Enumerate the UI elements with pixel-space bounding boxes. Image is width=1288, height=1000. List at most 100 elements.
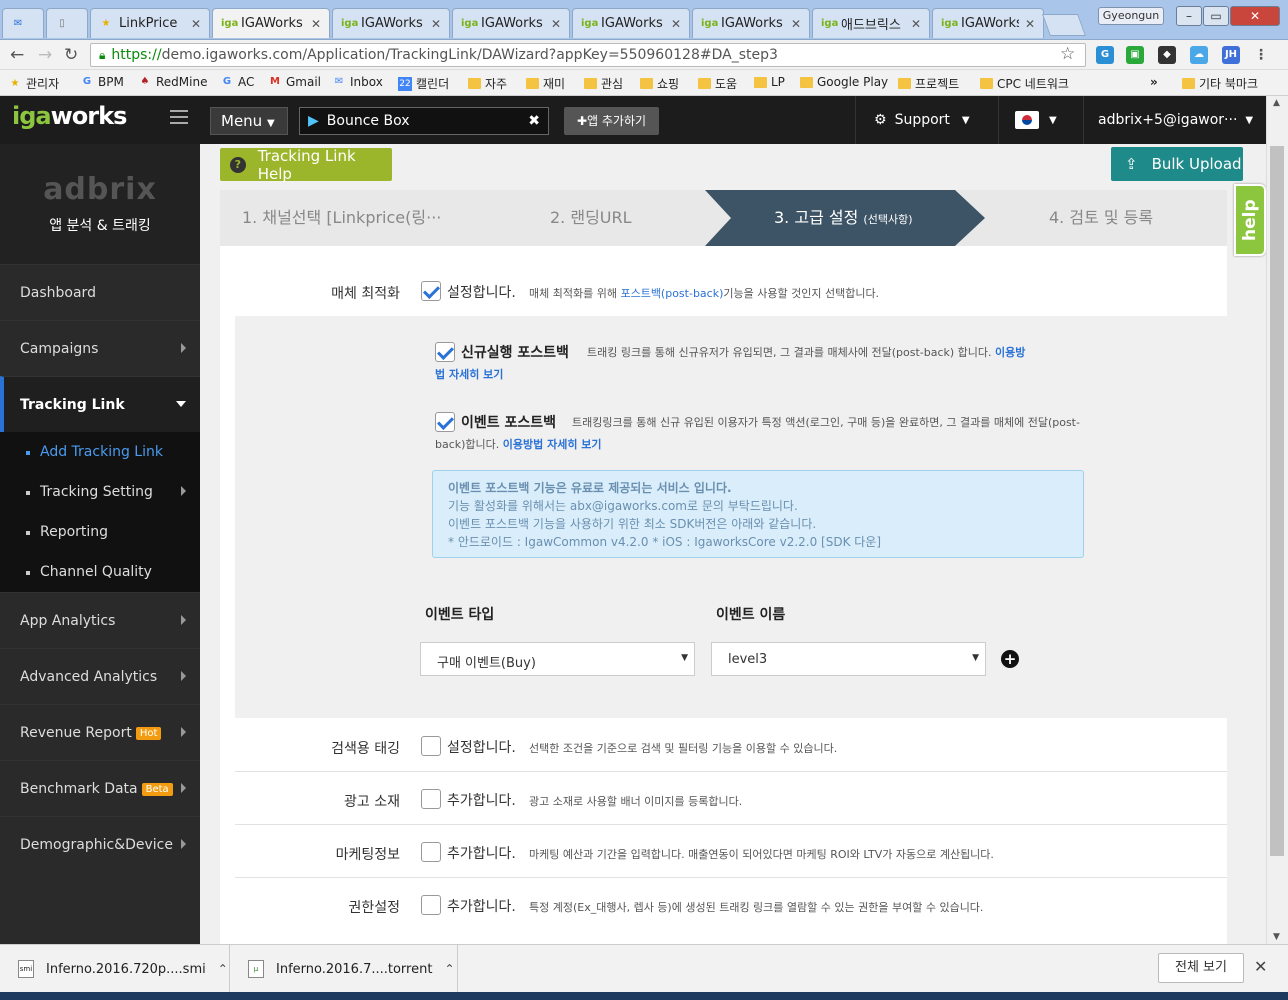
install-postback-guide-link[interactable]: 이용방	[995, 346, 1025, 359]
bookmark-item[interactable]: G AC	[220, 75, 255, 89]
hamburger-icon[interactable]	[170, 110, 188, 126]
wizard-step-3[interactable]: 3. 고급 설정 (선택사항)	[774, 190, 913, 246]
bookmark-item[interactable]: ♠ RedMine	[138, 75, 208, 89]
event-postback-guide-link[interactable]: 이용방법 자세히 보기	[503, 438, 602, 451]
maximize-button[interactable]: ▭	[1203, 6, 1229, 26]
ad-creative-checkbox[interactable]	[421, 789, 441, 809]
download-item[interactable]: smi Inferno.2016.720p....smi ⌃	[0, 945, 230, 993]
sidebar-item-benchmark-data[interactable]: Benchmark Data Beta	[0, 760, 200, 816]
extension-icon[interactable]: ☁	[1190, 46, 1208, 64]
sidebar-subitem-tracking-setting[interactable]: Tracking Setting	[0, 472, 200, 512]
contact-email[interactable]: abx@igaworks.com	[570, 499, 687, 513]
clear-icon[interactable]: ✖	[528, 113, 540, 129]
reload-icon[interactable]: ↻	[64, 45, 78, 65]
page-scrollbar[interactable]: ▲ ▼	[1266, 96, 1288, 944]
wizard-step-4[interactable]: 4. 검토 및 등록	[1049, 190, 1153, 246]
bookmark-folder[interactable]: 프로젝트	[898, 75, 959, 92]
sidebar-item-revenue-report[interactable]: Revenue Report Hot	[0, 704, 200, 760]
browser-tab[interactable]: ✉	[2, 8, 44, 38]
browser-tab[interactable]: ▯	[46, 8, 88, 38]
download-item[interactable]: µ Inferno.2016.7....torrent ⌃	[230, 945, 458, 993]
extension-icon[interactable]: ◆	[1158, 46, 1176, 64]
sidebar-subitem-reporting[interactable]: Reporting	[0, 512, 200, 552]
search-tag-checkbox[interactable]	[421, 736, 441, 756]
url-input[interactable]: 🔒︎ https://demo.igaworks.com/Application…	[90, 43, 1086, 67]
new-tab-button[interactable]	[1041, 14, 1087, 36]
bookmark-folder[interactable]: 도움	[698, 75, 737, 92]
bookmark-star-icon[interactable]: ☆	[1060, 44, 1075, 64]
bookmark-folder[interactable]: CPC 네트워크	[980, 75, 1069, 92]
close-tab-icon[interactable]: ✕	[311, 17, 321, 31]
browser-tab[interactable]: iga IGAWorks ✕	[932, 8, 1044, 38]
browser-tab[interactable]: iga IGAWorks ✕	[572, 8, 690, 38]
bookmark-folder[interactable]: LP	[754, 75, 785, 89]
bookmark-folder[interactable]: Google Play	[800, 75, 888, 89]
close-tab-icon[interactable]: ✕	[791, 17, 801, 31]
close-tab-icon[interactable]: ✕	[671, 17, 681, 31]
profile-button[interactable]: Gyeongun	[1098, 7, 1164, 25]
language-selector[interactable]: ▼	[998, 96, 1084, 144]
close-tab-icon[interactable]: ✕	[191, 17, 201, 31]
menu-button[interactable]: Menu ▼	[210, 107, 288, 135]
bookmarks-overflow-button[interactable]: »	[1150, 75, 1158, 89]
browser-tab-active[interactable]: iga IGAWorks ✕	[212, 8, 330, 38]
browser-tab[interactable]: iga IGAWorks ✕	[332, 8, 450, 38]
bookmark-item[interactable]: ✉ Inbox	[332, 75, 383, 89]
bookmark-item[interactable]: 22 캘린더	[398, 75, 449, 92]
sidebar-item-campaigns[interactable]: Campaigns	[0, 320, 200, 376]
permission-checkbox[interactable]	[421, 895, 441, 915]
close-window-button[interactable]: ✕	[1230, 6, 1280, 26]
app-selector[interactable]: ▶ Bounce Box ✖	[299, 107, 549, 135]
add-event-icon[interactable]: +	[1001, 650, 1019, 668]
close-icon[interactable]: ✕	[1254, 957, 1267, 976]
event-name-select[interactable]: level3 ▼	[711, 642, 986, 676]
chevron-up-icon[interactable]: ⌃	[218, 962, 228, 976]
bookmark-folder[interactable]: 자주	[468, 75, 507, 92]
event-postback-checkbox[interactable]	[435, 412, 455, 432]
show-all-downloads-button[interactable]: 전체 보기	[1158, 953, 1244, 983]
bulk-upload-button[interactable]: ⇪ Bulk Upload	[1111, 147, 1243, 181]
sidebar-subitem-channel-quality[interactable]: Channel Quality	[0, 552, 200, 592]
minimize-button[interactable]: –	[1176, 6, 1202, 26]
wizard-step-1[interactable]: 1. 채널선택 [Linkprice(링···	[242, 190, 441, 246]
sidebar-item-demographic-device[interactable]: Demographic&Device	[0, 816, 200, 872]
sidebar-item-dashboard[interactable]: Dashboard	[0, 264, 200, 320]
scroll-down-icon[interactable]: ▼	[1273, 932, 1280, 942]
wizard-step-2[interactable]: 2. 랜딩URL	[550, 190, 632, 246]
close-tab-icon[interactable]: ✕	[431, 17, 441, 31]
add-app-button[interactable]: ✚앱 추가하기	[564, 107, 659, 135]
igaworks-logo[interactable]: igaworks	[12, 102, 127, 130]
help-side-tab[interactable]: help	[1234, 184, 1266, 256]
extension-icon[interactable]: JH	[1222, 46, 1240, 64]
back-icon[interactable]: ←	[10, 45, 24, 65]
sidebar-subitem-add-tracking-link[interactable]: Add Tracking Link	[0, 432, 200, 472]
marketing-info-checkbox[interactable]	[421, 842, 441, 862]
browser-tab[interactable]: iga IGAWorks ✕	[692, 8, 810, 38]
scroll-up-icon[interactable]: ▲	[1273, 98, 1280, 108]
event-type-select[interactable]: 구매 이벤트(Buy) ▼	[420, 642, 695, 676]
browser-tab[interactable]: ★ LinkPrice ✕	[90, 8, 210, 38]
support-menu[interactable]: ⚙ Support ▼	[855, 96, 997, 144]
install-postback-guide-link[interactable]: 법 자세히 보기	[435, 368, 503, 381]
scrollbar-thumb[interactable]	[1270, 146, 1284, 856]
tracking-link-help-button[interactable]: ? Tracking Link Help	[220, 147, 392, 183]
bookmark-item[interactable]: G BPM	[80, 75, 124, 89]
sidebar-item-tracking-link[interactable]: Tracking Link	[0, 376, 200, 432]
browser-tab[interactable]: iga 애드브릭스 ✕	[812, 8, 930, 38]
media-opt-checkbox[interactable]	[421, 281, 441, 301]
user-menu[interactable]: adbrix+5@igawor··· ▼	[1086, 96, 1266, 144]
chevron-up-icon[interactable]: ⌃	[444, 962, 454, 976]
postback-link[interactable]: 포스트백(post-back)	[620, 287, 723, 300]
close-tab-icon[interactable]: ✕	[1025, 17, 1035, 31]
browser-tab[interactable]: iga IGAWorks ✕	[452, 8, 570, 38]
extension-icon[interactable]: ▣	[1126, 46, 1144, 64]
extension-icon[interactable]: G	[1096, 46, 1114, 64]
other-bookmarks[interactable]: 기타 북마크	[1182, 75, 1258, 92]
bookmark-folder[interactable]: 관심	[584, 75, 623, 92]
close-tab-icon[interactable]: ✕	[911, 17, 921, 31]
install-postback-checkbox[interactable]	[435, 342, 455, 362]
bookmark-item[interactable]: M Gmail	[268, 75, 321, 89]
sidebar-item-advanced-analytics[interactable]: Advanced Analytics	[0, 648, 200, 704]
bookmark-folder[interactable]: 재미	[526, 75, 565, 92]
bookmark-item[interactable]: ★ 관리자	[8, 75, 60, 92]
